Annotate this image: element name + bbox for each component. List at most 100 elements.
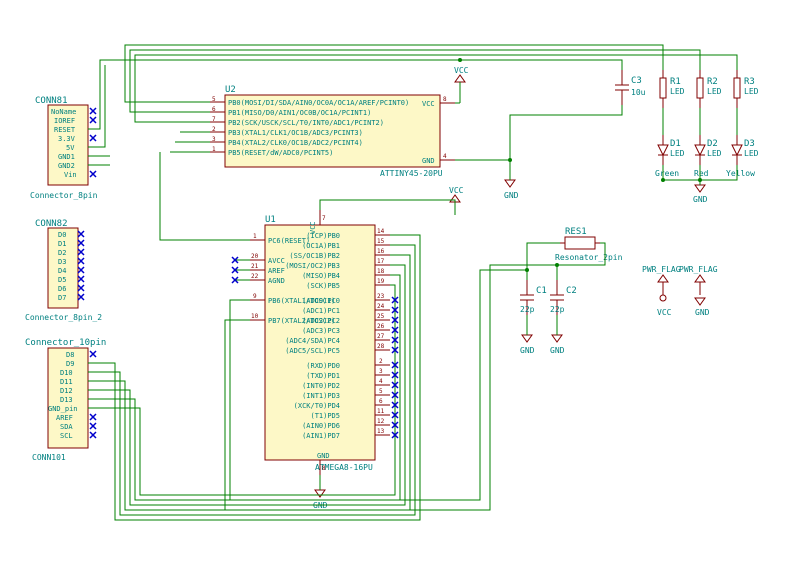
svg-text:(INT0)PD2: (INT0)PD2 <box>302 382 340 390</box>
svg-text:7: 7 <box>212 116 216 123</box>
svg-text:5V: 5V <box>66 144 75 152</box>
svg-text:PB0(MOSI/DI/SDA/AIN0/OC0A/OC1A: PB0(MOSI/DI/SDA/AIN0/OC0A/OC1A/AREF/PCIN… <box>228 99 409 107</box>
resonator: RES1 Resonator_2pin <box>555 227 623 262</box>
svg-text:LED: LED <box>744 149 759 158</box>
svg-text:21: 21 <box>251 263 259 270</box>
svg-text:AREF: AREF <box>268 267 285 275</box>
conn82: CONN82 Connector_8pin_2 D0 D1 D2 D3 D4 D… <box>25 219 102 322</box>
svg-text:D4: D4 <box>58 267 66 275</box>
svg-text:NoName: NoName <box>51 108 76 116</box>
svg-text:AGND: AGND <box>268 277 285 285</box>
svg-text:RES1: RES1 <box>565 227 587 237</box>
svg-text:2: 2 <box>379 358 383 365</box>
svg-text:(ADC4/SDA)PC4: (ADC4/SDA)PC4 <box>285 337 340 345</box>
svg-text:5: 5 <box>212 96 216 103</box>
svg-text:GND: GND <box>550 346 565 355</box>
svg-text:20: 20 <box>251 253 259 260</box>
svg-text:Connector_8pin_2: Connector_8pin_2 <box>25 313 102 322</box>
resistor-r2: R2LED <box>697 70 722 108</box>
svg-text:(TXD)PD1: (TXD)PD1 <box>306 372 340 380</box>
svg-text:SDA: SDA <box>60 423 73 431</box>
svg-text:D10: D10 <box>60 369 73 377</box>
svg-text:5: 5 <box>379 388 383 395</box>
svg-text:AVCC: AVCC <box>268 257 285 265</box>
svg-text:22p: 22p <box>520 305 535 314</box>
svg-text:Vin: Vin <box>64 171 77 179</box>
svg-text:18: 18 <box>377 268 385 275</box>
svg-text:(ADC1)PC1: (ADC1)PC1 <box>302 307 340 315</box>
svg-text:D1: D1 <box>58 240 66 248</box>
svg-text:C3: C3 <box>631 76 642 86</box>
svg-text:Connector_8pin: Connector_8pin <box>30 191 98 200</box>
u2-val: ATTINY45-20PU <box>380 169 443 178</box>
svg-text:D12: D12 <box>60 387 73 395</box>
svg-text:(XCK/T0)PD4: (XCK/T0)PD4 <box>294 402 340 410</box>
svg-text:D6: D6 <box>58 285 66 293</box>
svg-text:PB5(RESET/dW/ADC0/PCINT5): PB5(RESET/dW/ADC0/PCINT5) <box>228 149 333 157</box>
svg-text:VCC: VCC <box>657 308 672 317</box>
svg-text:LED: LED <box>707 87 722 96</box>
svg-text:RESET: RESET <box>54 126 76 134</box>
svg-text:15: 15 <box>377 238 385 245</box>
svg-text:SCL: SCL <box>60 432 73 440</box>
svg-text:PWR_FLAG: PWR_FLAG <box>679 265 718 274</box>
svg-text:28: 28 <box>377 343 385 350</box>
svg-text:AREF: AREF <box>56 414 73 422</box>
svg-text:(ADC5/SCL)PC5: (ADC5/SCL)PC5 <box>285 347 340 355</box>
svg-text:8: 8 <box>443 96 447 103</box>
svg-text:D1: D1 <box>670 139 681 149</box>
svg-text:Connector_10pin: Connector_10pin <box>25 338 106 348</box>
svg-text:VCC: VCC <box>449 186 464 195</box>
svg-text:(ADC0)PC0: (ADC0)PC0 <box>302 297 340 305</box>
cap-c1: C122p <box>520 280 547 315</box>
svg-text:C2: C2 <box>566 286 577 296</box>
svg-text:R3: R3 <box>744 77 755 87</box>
svg-text:Green: Green <box>655 169 679 178</box>
svg-text:GND: GND <box>693 195 708 204</box>
u2-gnd: GND <box>422 157 435 165</box>
svg-text:PB4(XTAL2/CLK0/OC1B/ADC2/PCINT: PB4(XTAL2/CLK0/OC1B/ADC2/PCINT4) <box>228 139 363 147</box>
svg-text:(SCK)PB5: (SCK)PB5 <box>306 282 340 290</box>
svg-text:C1: C1 <box>536 286 547 296</box>
svg-text:6: 6 <box>212 106 216 113</box>
svg-text:17: 17 <box>377 258 385 265</box>
svg-text:D2: D2 <box>707 139 718 149</box>
svg-text:GND1: GND1 <box>58 153 75 161</box>
svg-text:(MOSI/OC2)PB3: (MOSI/OC2)PB3 <box>285 262 340 270</box>
svg-text:CONN82: CONN82 <box>35 219 68 229</box>
svg-text:LED: LED <box>670 87 685 96</box>
resistor-r1: R1LED <box>660 70 685 108</box>
svg-text:(ADC2)PC2: (ADC2)PC2 <box>302 317 340 325</box>
svg-text:D13: D13 <box>60 396 73 404</box>
svg-text:Resonator_2pin: Resonator_2pin <box>555 253 623 262</box>
svg-text:23: 23 <box>377 293 385 300</box>
cap-c2: C222p <box>550 280 577 315</box>
svg-text:3: 3 <box>379 368 383 375</box>
svg-text:Red: Red <box>694 169 709 178</box>
svg-text:25: 25 <box>377 313 385 320</box>
svg-text:D11: D11 <box>60 378 73 386</box>
svg-text:2: 2 <box>212 126 216 133</box>
svg-text:1: 1 <box>253 233 257 240</box>
svg-text:PB3(XTAL1/CLK1/OC1B/ADC3/PCINT: PB3(XTAL1/CLK1/OC1B/ADC3/PCINT3) <box>228 129 363 137</box>
svg-text:10u: 10u <box>631 88 646 97</box>
svg-text:12: 12 <box>377 418 385 425</box>
svg-text:3.3V: 3.3V <box>58 135 76 143</box>
svg-text:7: 7 <box>322 215 326 222</box>
svg-text:GND_pin: GND_pin <box>48 405 78 413</box>
svg-text:D9: D9 <box>66 360 74 368</box>
svg-text:(INT1)PD3: (INT1)PD3 <box>302 392 340 400</box>
svg-text:LED: LED <box>670 149 685 158</box>
svg-text:27: 27 <box>377 333 385 340</box>
svg-text:14: 14 <box>377 228 385 235</box>
svg-text:(ADC3)PC3: (ADC3)PC3 <box>302 327 340 335</box>
led-d1: D1LED Green <box>655 135 685 178</box>
conn101: Connector_10pin CONN101 D8 D9 D10 D11 D1… <box>25 338 106 462</box>
svg-text:D8: D8 <box>66 351 74 359</box>
svg-text:16: 16 <box>377 248 385 255</box>
svg-text:9: 9 <box>253 293 257 300</box>
svg-text:10: 10 <box>251 313 259 320</box>
svg-text:26: 26 <box>377 323 385 330</box>
svg-text:R2: R2 <box>707 77 718 87</box>
svg-text:4: 4 <box>379 378 383 385</box>
